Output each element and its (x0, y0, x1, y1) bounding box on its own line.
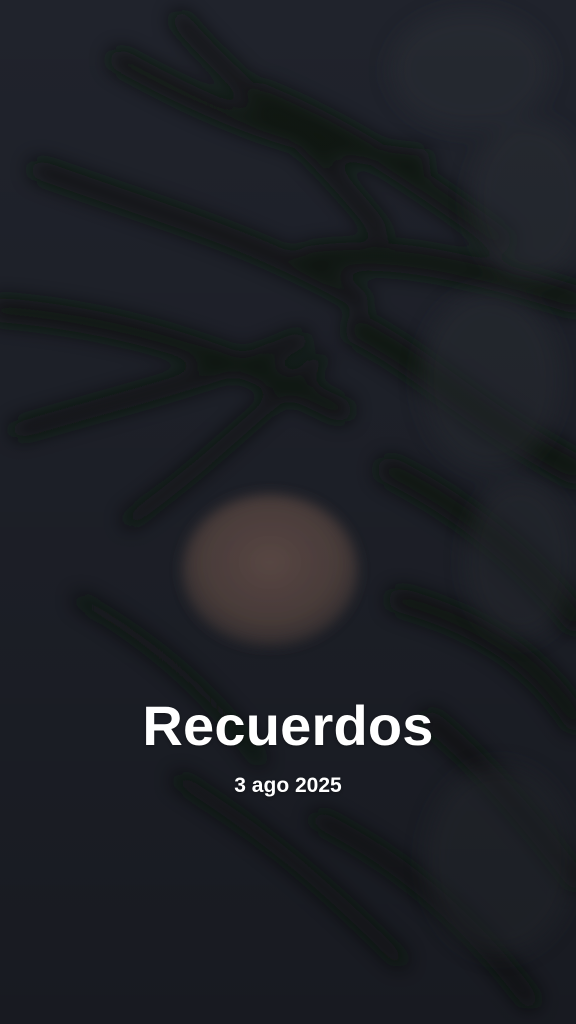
memory-background-photo (0, 0, 576, 1024)
memory-story-screen[interactable]: Recuerdos 3 ago 2025 (0, 0, 576, 1024)
memory-date: 3 ago 2025 (234, 774, 342, 797)
memory-title-block: Recuerdos 3 ago 2025 (0, 690, 576, 800)
memory-title: Recuerdos (142, 694, 434, 757)
